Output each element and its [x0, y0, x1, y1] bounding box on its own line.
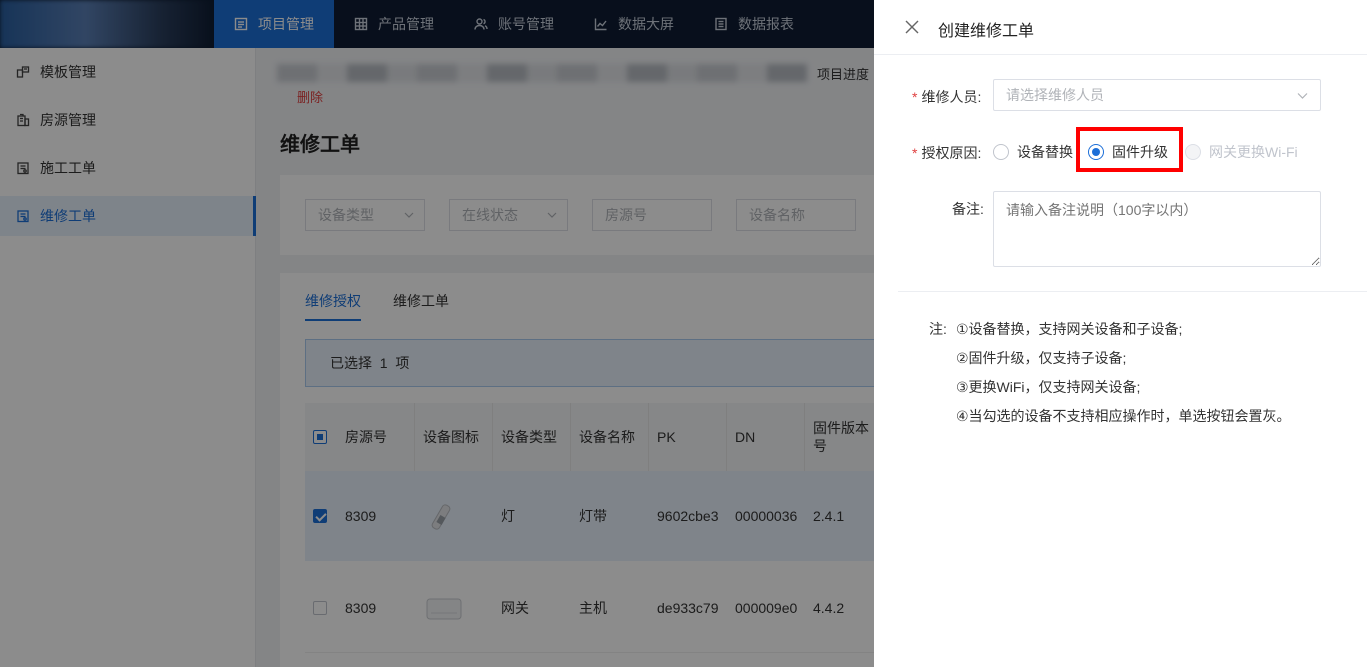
- note-line: ①设备替换，支持网关设备和子设备;: [956, 321, 1183, 337]
- required-asterisk: *: [912, 89, 918, 105]
- modal-mask[interactable]: [0, 0, 874, 667]
- reason-label: * 授权原因:: [912, 143, 981, 163]
- note-line: ④当勾选的设备不支持相应操作时，单选按钮会置灰。: [956, 408, 1291, 424]
- remark-textarea[interactable]: [993, 191, 1321, 267]
- radio-gateway-wifi: 网关更换Wi-Fi: [1185, 142, 1298, 162]
- note-line: ②固件升级，仅支持子设备;: [956, 350, 1127, 366]
- field-label-text: 授权原因:: [921, 145, 982, 161]
- select-placeholder: 请选择维修人员: [1006, 87, 1104, 103]
- drawer-title: 创建维修工单: [938, 23, 1035, 40]
- radio-device-replace[interactable]: 设备替换: [993, 142, 1073, 162]
- repair-person-label: * 维修人员:: [912, 87, 981, 107]
- note-line: ③更换WiFi，仅支持网关设备;: [956, 379, 1141, 395]
- field-label-text: 维修人员:: [921, 89, 982, 105]
- radio-circle: [993, 144, 1009, 160]
- highlight-annotation-box: [1076, 127, 1183, 172]
- drawer-header: 创建维修工单: [874, 0, 1367, 55]
- notes-prefix: 注:: [929, 321, 947, 337]
- radio-label: 设备替换: [1017, 144, 1073, 160]
- repair-person-select[interactable]: 请选择维修人员: [993, 79, 1321, 111]
- chevron-down-icon: [1297, 93, 1308, 99]
- create-repair-order-drawer: 创建维修工单 * 维修人员: 请选择维修人员 * 授权原因: 设备替换 固件升级 网…: [874, 0, 1367, 667]
- required-asterisk: *: [912, 145, 918, 161]
- remark-label: 备注:: [952, 201, 984, 217]
- divider: [898, 291, 1367, 292]
- close-icon[interactable]: [904, 19, 920, 35]
- radio-circle: [1185, 144, 1201, 160]
- radio-label: 网关更换Wi-Fi: [1209, 144, 1298, 160]
